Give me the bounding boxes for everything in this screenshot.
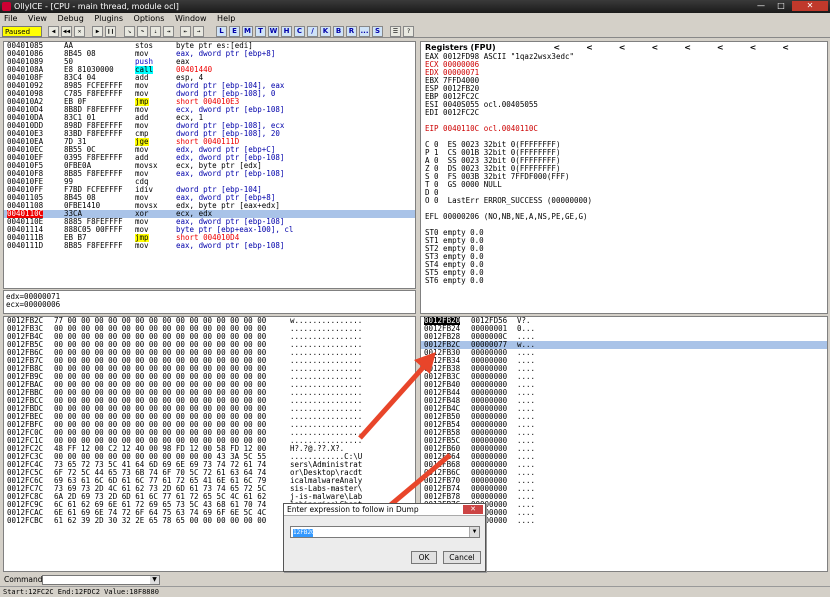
- follow-in-dump-dialog: Enter expression to follow in Dump ✕ 12F…: [283, 503, 486, 572]
- dialog-title: Enter expression to follow in Dump: [287, 505, 419, 514]
- command-input[interactable]: ▼: [42, 575, 160, 585]
- dialog-close-button[interactable]: ✕: [463, 505, 483, 514]
- chevron-down-icon[interactable]: ▼: [150, 576, 159, 584]
- ok-button[interactable]: OK: [411, 551, 437, 564]
- expression-value: 12FB2C: [293, 529, 315, 537]
- command-bar: Command ▼: [0, 574, 830, 586]
- chevron-down-icon[interactable]: ▼: [469, 527, 479, 537]
- cancel-button[interactable]: Cancel: [443, 551, 481, 564]
- arrow-to-stack: [358, 360, 430, 440]
- command-label: Command: [4, 575, 43, 584]
- status-bar: Start:12FC2C End:12FDC2 Value:18F8880: [0, 586, 830, 596]
- expression-input[interactable]: 12FB2C ▼: [290, 526, 480, 538]
- dialog-titlebar: Enter expression to follow in Dump ✕: [284, 504, 485, 516]
